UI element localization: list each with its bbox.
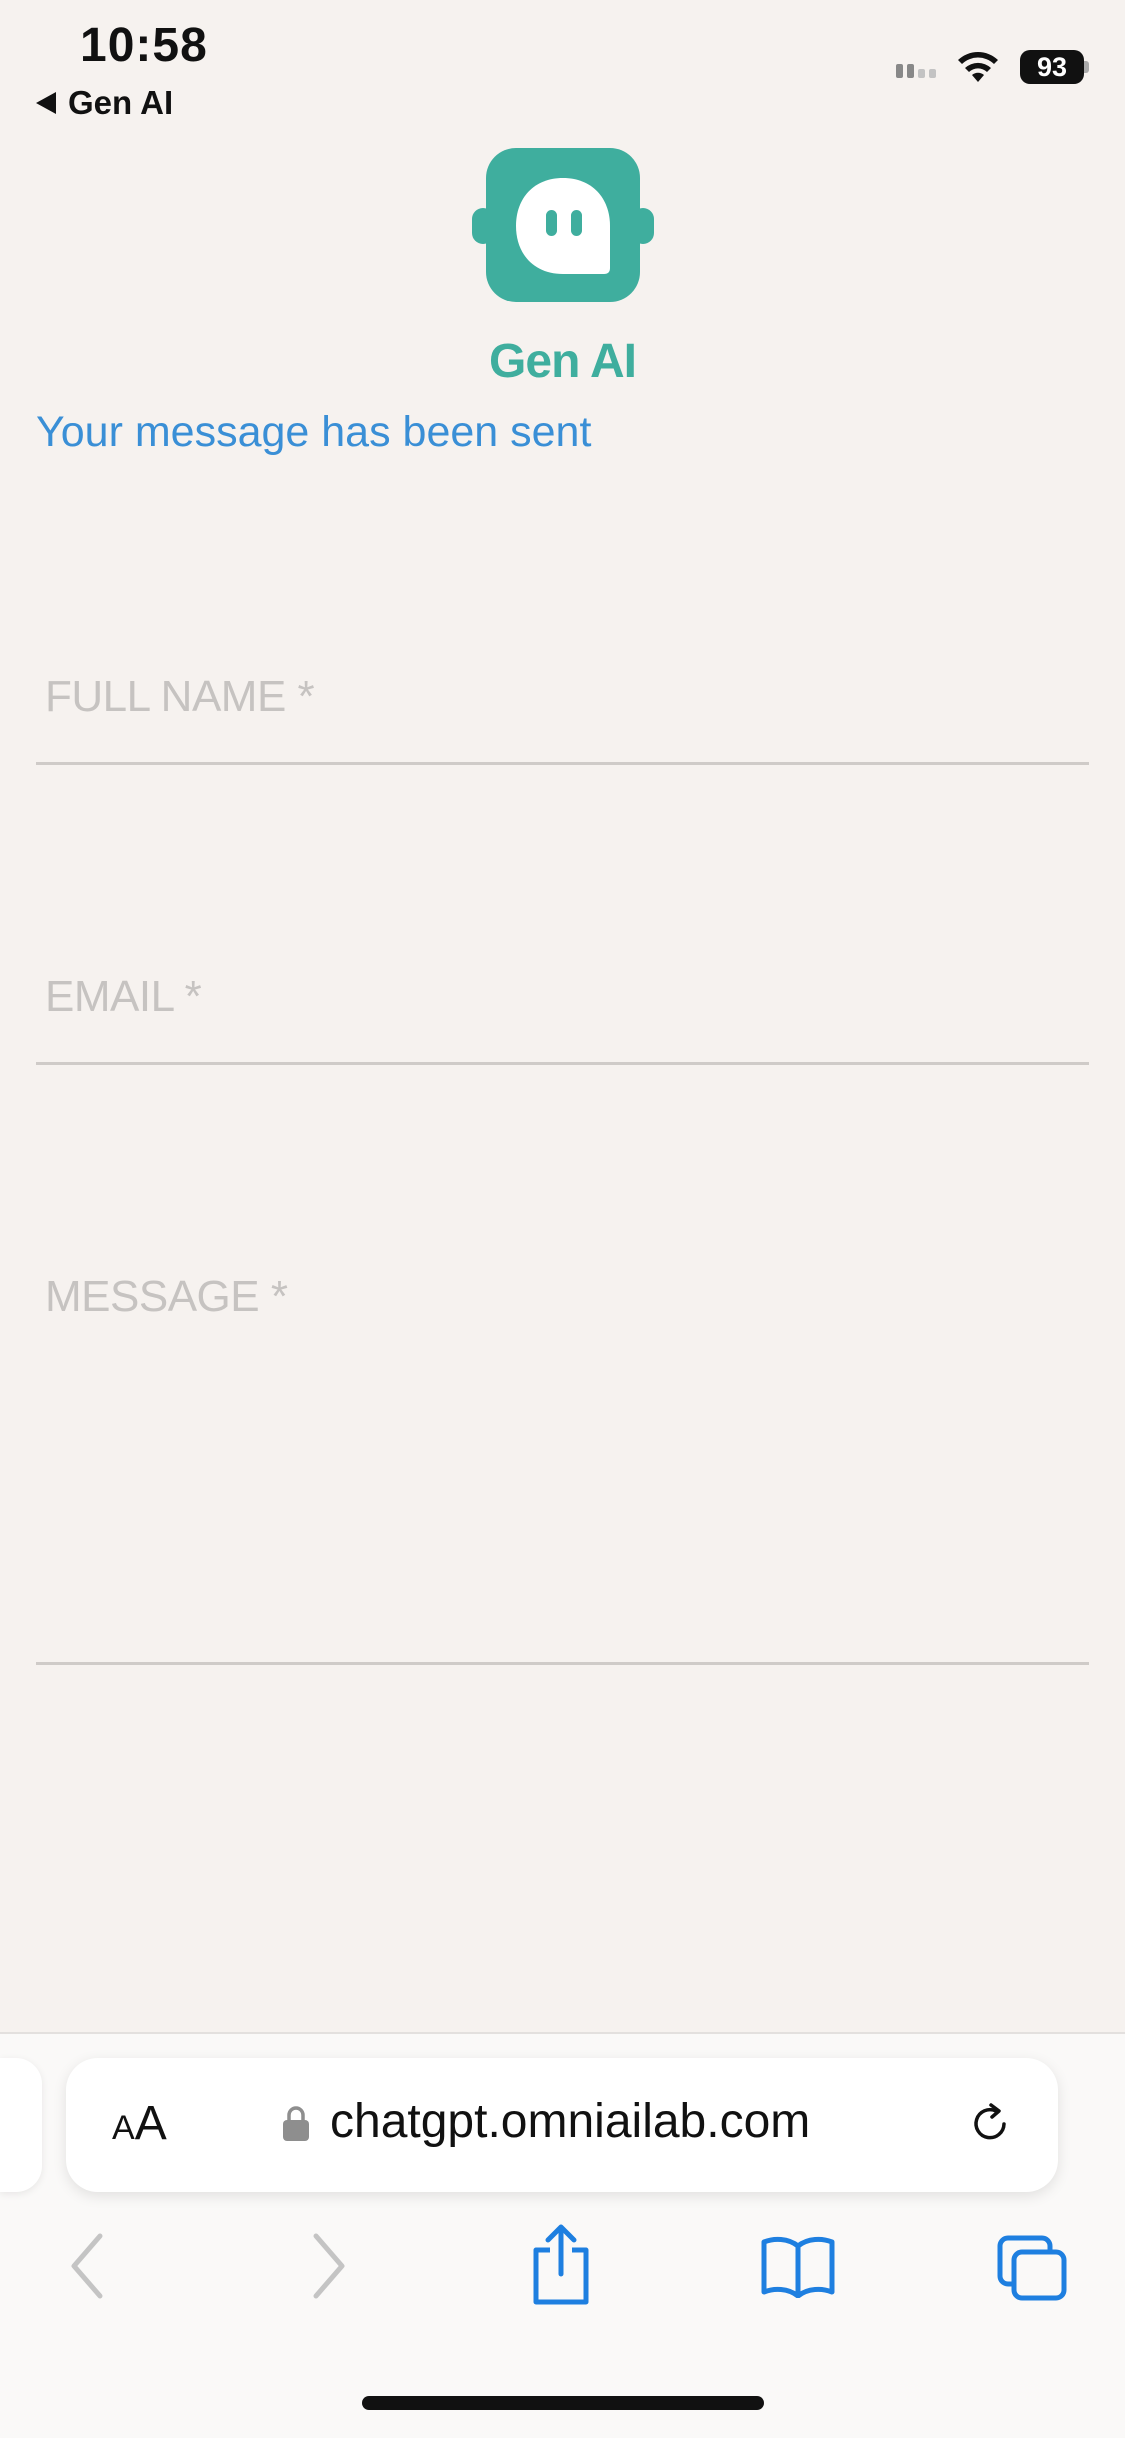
battery-icon: 93 bbox=[1020, 50, 1084, 84]
logo-title: Gen AI bbox=[489, 335, 637, 388]
confirmation-message: Your message has been sent bbox=[36, 408, 592, 456]
wifi-icon bbox=[958, 52, 998, 82]
cellular-signal-icon bbox=[896, 56, 936, 78]
url-text: chatgpt.omniailab.com bbox=[330, 2095, 811, 2148]
full-name-placeholder: FULL NAME * bbox=[45, 672, 315, 721]
reload-icon[interactable] bbox=[962, 2096, 1018, 2152]
share-icon[interactable] bbox=[528, 2222, 594, 2306]
back-to-app-button[interactable]: Gen AI bbox=[36, 84, 173, 122]
previous-tab-card[interactable] bbox=[0, 2058, 42, 2192]
address-bar[interactable]: AA chatgpt.omniailab.com bbox=[66, 2058, 1058, 2192]
full-name-underline bbox=[36, 762, 1089, 765]
bookmarks-icon[interactable] bbox=[760, 2234, 836, 2298]
status-time: 10:58 bbox=[80, 19, 208, 72]
status-indicators: 93 bbox=[896, 50, 1089, 84]
tabs-icon[interactable] bbox=[996, 2234, 1070, 2302]
email-underline bbox=[36, 1062, 1089, 1065]
email-placeholder: EMAIL * bbox=[45, 972, 202, 1021]
back-app-label: Gen AI bbox=[68, 84, 174, 121]
lock-icon bbox=[283, 2106, 309, 2141]
back-icon[interactable] bbox=[64, 2228, 112, 2304]
reader-options-button[interactable]: AA bbox=[112, 2096, 167, 2151]
back-triangle-icon bbox=[36, 92, 56, 114]
battery-level: 93 bbox=[1036, 51, 1068, 82]
message-underline bbox=[36, 1662, 1089, 1665]
home-indicator bbox=[362, 2396, 764, 2410]
gen-ai-logo-icon bbox=[472, 148, 654, 306]
forward-icon[interactable] bbox=[304, 2228, 352, 2304]
message-placeholder: MESSAGE * bbox=[45, 1272, 288, 1321]
